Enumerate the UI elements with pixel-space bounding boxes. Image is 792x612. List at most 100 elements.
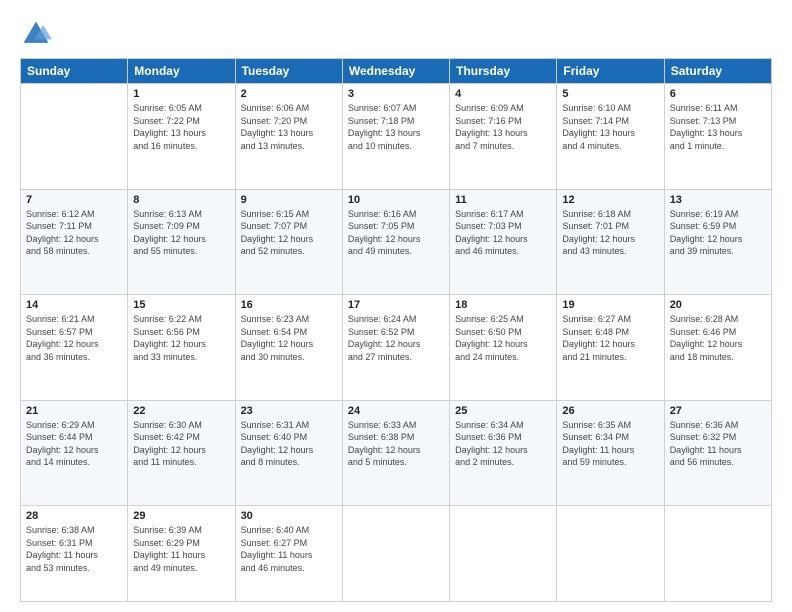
day-number: 2 <box>241 88 337 100</box>
day-info: Sunrise: 6:11 AM Sunset: 7:13 PM Dayligh… <box>670 102 766 152</box>
day-number: 11 <box>455 194 551 206</box>
day-info: Sunrise: 6:15 AM Sunset: 7:07 PM Dayligh… <box>241 208 337 258</box>
calendar-cell: 24 Sunrise: 6:33 AM Sunset: 6:38 PM Dayli… <box>342 400 449 506</box>
calendar-cell: 12 Sunrise: 6:18 AM Sunset: 7:01 PM Dayli… <box>557 189 664 295</box>
day-info: Sunrise: 6:28 AM Sunset: 6:46 PM Dayligh… <box>670 313 766 363</box>
calendar-cell <box>21 84 128 190</box>
day-number: 6 <box>670 88 766 100</box>
day-info: Sunrise: 6:05 AM Sunset: 7:22 PM Dayligh… <box>133 102 229 152</box>
weekday-header-friday: Friday <box>557 59 664 84</box>
day-info: Sunrise: 6:39 AM Sunset: 6:29 PM Dayligh… <box>133 524 229 574</box>
day-info: Sunrise: 6:27 AM Sunset: 6:48 PM Dayligh… <box>562 313 658 363</box>
day-number: 7 <box>26 194 122 206</box>
day-info: Sunrise: 6:25 AM Sunset: 6:50 PM Dayligh… <box>455 313 551 363</box>
calendar-cell: 6 Sunrise: 6:11 AM Sunset: 7:13 PM Daylig… <box>664 84 771 190</box>
calendar-cell: 23 Sunrise: 6:31 AM Sunset: 6:40 PM Dayli… <box>235 400 342 506</box>
day-number: 3 <box>348 88 444 100</box>
day-info: Sunrise: 6:17 AM Sunset: 7:03 PM Dayligh… <box>455 208 551 258</box>
day-info: Sunrise: 6:34 AM Sunset: 6:36 PM Dayligh… <box>455 419 551 469</box>
day-info: Sunrise: 6:07 AM Sunset: 7:18 PM Dayligh… <box>348 102 444 152</box>
day-info: Sunrise: 6:22 AM Sunset: 6:56 PM Dayligh… <box>133 313 229 363</box>
day-info: Sunrise: 6:40 AM Sunset: 6:27 PM Dayligh… <box>241 524 337 574</box>
day-number: 14 <box>26 299 122 311</box>
day-number: 26 <box>562 405 658 417</box>
day-info: Sunrise: 6:30 AM Sunset: 6:42 PM Dayligh… <box>133 419 229 469</box>
day-number: 19 <box>562 299 658 311</box>
day-info: Sunrise: 6:16 AM Sunset: 7:05 PM Dayligh… <box>348 208 444 258</box>
calendar-cell: 30 Sunrise: 6:40 AM Sunset: 6:27 PM Dayli… <box>235 506 342 602</box>
calendar-cell: 9 Sunrise: 6:15 AM Sunset: 7:07 PM Daylig… <box>235 189 342 295</box>
day-info: Sunrise: 6:10 AM Sunset: 7:14 PM Dayligh… <box>562 102 658 152</box>
calendar-cell: 26 Sunrise: 6:35 AM Sunset: 6:34 PM Dayli… <box>557 400 664 506</box>
calendar-cell: 22 Sunrise: 6:30 AM Sunset: 6:42 PM Dayli… <box>128 400 235 506</box>
day-number: 5 <box>562 88 658 100</box>
day-number: 23 <box>241 405 337 417</box>
day-info: Sunrise: 6:35 AM Sunset: 6:34 PM Dayligh… <box>562 419 658 469</box>
calendar-cell: 14 Sunrise: 6:21 AM Sunset: 6:57 PM Dayli… <box>21 295 128 401</box>
day-number: 16 <box>241 299 337 311</box>
day-number: 28 <box>26 510 122 522</box>
calendar-table: SundayMondayTuesdayWednesdayThursdayFrid… <box>20 58 772 602</box>
day-number: 20 <box>670 299 766 311</box>
calendar-cell: 27 Sunrise: 6:36 AM Sunset: 6:32 PM Dayli… <box>664 400 771 506</box>
day-number: 13 <box>670 194 766 206</box>
calendar-cell: 3 Sunrise: 6:07 AM Sunset: 7:18 PM Daylig… <box>342 84 449 190</box>
calendar-cell: 19 Sunrise: 6:27 AM Sunset: 6:48 PM Dayli… <box>557 295 664 401</box>
weekday-header-saturday: Saturday <box>664 59 771 84</box>
day-info: Sunrise: 6:29 AM Sunset: 6:44 PM Dayligh… <box>26 419 122 469</box>
weekday-header-tuesday: Tuesday <box>235 59 342 84</box>
calendar-cell: 4 Sunrise: 6:09 AM Sunset: 7:16 PM Daylig… <box>450 84 557 190</box>
day-number: 12 <box>562 194 658 206</box>
day-info: Sunrise: 6:09 AM Sunset: 7:16 PM Dayligh… <box>455 102 551 152</box>
weekday-header-wednesday: Wednesday <box>342 59 449 84</box>
calendar-cell: 21 Sunrise: 6:29 AM Sunset: 6:44 PM Dayli… <box>21 400 128 506</box>
calendar-cell: 15 Sunrise: 6:22 AM Sunset: 6:56 PM Dayli… <box>128 295 235 401</box>
day-number: 8 <box>133 194 229 206</box>
day-info: Sunrise: 6:38 AM Sunset: 6:31 PM Dayligh… <box>26 524 122 574</box>
calendar-cell: 16 Sunrise: 6:23 AM Sunset: 6:54 PM Dayli… <box>235 295 342 401</box>
day-number: 25 <box>455 405 551 417</box>
calendar-cell <box>450 506 557 602</box>
day-number: 15 <box>133 299 229 311</box>
calendar-cell: 29 Sunrise: 6:39 AM Sunset: 6:29 PM Dayli… <box>128 506 235 602</box>
logo <box>20 18 56 50</box>
day-number: 27 <box>670 405 766 417</box>
calendar-cell <box>664 506 771 602</box>
weekday-header-thursday: Thursday <box>450 59 557 84</box>
calendar-cell: 13 Sunrise: 6:19 AM Sunset: 6:59 PM Dayli… <box>664 189 771 295</box>
day-info: Sunrise: 6:19 AM Sunset: 6:59 PM Dayligh… <box>670 208 766 258</box>
day-info: Sunrise: 6:13 AM Sunset: 7:09 PM Dayligh… <box>133 208 229 258</box>
day-info: Sunrise: 6:18 AM Sunset: 7:01 PM Dayligh… <box>562 208 658 258</box>
calendar-cell <box>557 506 664 602</box>
day-number: 29 <box>133 510 229 522</box>
calendar-cell: 7 Sunrise: 6:12 AM Sunset: 7:11 PM Daylig… <box>21 189 128 295</box>
calendar-cell: 18 Sunrise: 6:25 AM Sunset: 6:50 PM Dayli… <box>450 295 557 401</box>
day-number: 22 <box>133 405 229 417</box>
calendar-cell: 10 Sunrise: 6:16 AM Sunset: 7:05 PM Dayli… <box>342 189 449 295</box>
day-info: Sunrise: 6:21 AM Sunset: 6:57 PM Dayligh… <box>26 313 122 363</box>
weekday-header-monday: Monday <box>128 59 235 84</box>
day-number: 1 <box>133 88 229 100</box>
day-info: Sunrise: 6:24 AM Sunset: 6:52 PM Dayligh… <box>348 313 444 363</box>
calendar-cell: 28 Sunrise: 6:38 AM Sunset: 6:31 PM Dayli… <box>21 506 128 602</box>
day-number: 9 <box>241 194 337 206</box>
day-info: Sunrise: 6:36 AM Sunset: 6:32 PM Dayligh… <box>670 419 766 469</box>
calendar-cell: 25 Sunrise: 6:34 AM Sunset: 6:36 PM Dayli… <box>450 400 557 506</box>
day-info: Sunrise: 6:23 AM Sunset: 6:54 PM Dayligh… <box>241 313 337 363</box>
day-number: 4 <box>455 88 551 100</box>
day-number: 18 <box>455 299 551 311</box>
calendar-cell: 5 Sunrise: 6:10 AM Sunset: 7:14 PM Daylig… <box>557 84 664 190</box>
calendar-cell: 17 Sunrise: 6:24 AM Sunset: 6:52 PM Dayli… <box>342 295 449 401</box>
day-number: 10 <box>348 194 444 206</box>
weekday-header-sunday: Sunday <box>21 59 128 84</box>
day-info: Sunrise: 6:06 AM Sunset: 7:20 PM Dayligh… <box>241 102 337 152</box>
day-number: 30 <box>241 510 337 522</box>
day-number: 24 <box>348 405 444 417</box>
day-info: Sunrise: 6:31 AM Sunset: 6:40 PM Dayligh… <box>241 419 337 469</box>
calendar-cell: 2 Sunrise: 6:06 AM Sunset: 7:20 PM Daylig… <box>235 84 342 190</box>
day-info: Sunrise: 6:33 AM Sunset: 6:38 PM Dayligh… <box>348 419 444 469</box>
day-info: Sunrise: 6:12 AM Sunset: 7:11 PM Dayligh… <box>26 208 122 258</box>
calendar-cell: 8 Sunrise: 6:13 AM Sunset: 7:09 PM Daylig… <box>128 189 235 295</box>
day-number: 17 <box>348 299 444 311</box>
day-number: 21 <box>26 405 122 417</box>
